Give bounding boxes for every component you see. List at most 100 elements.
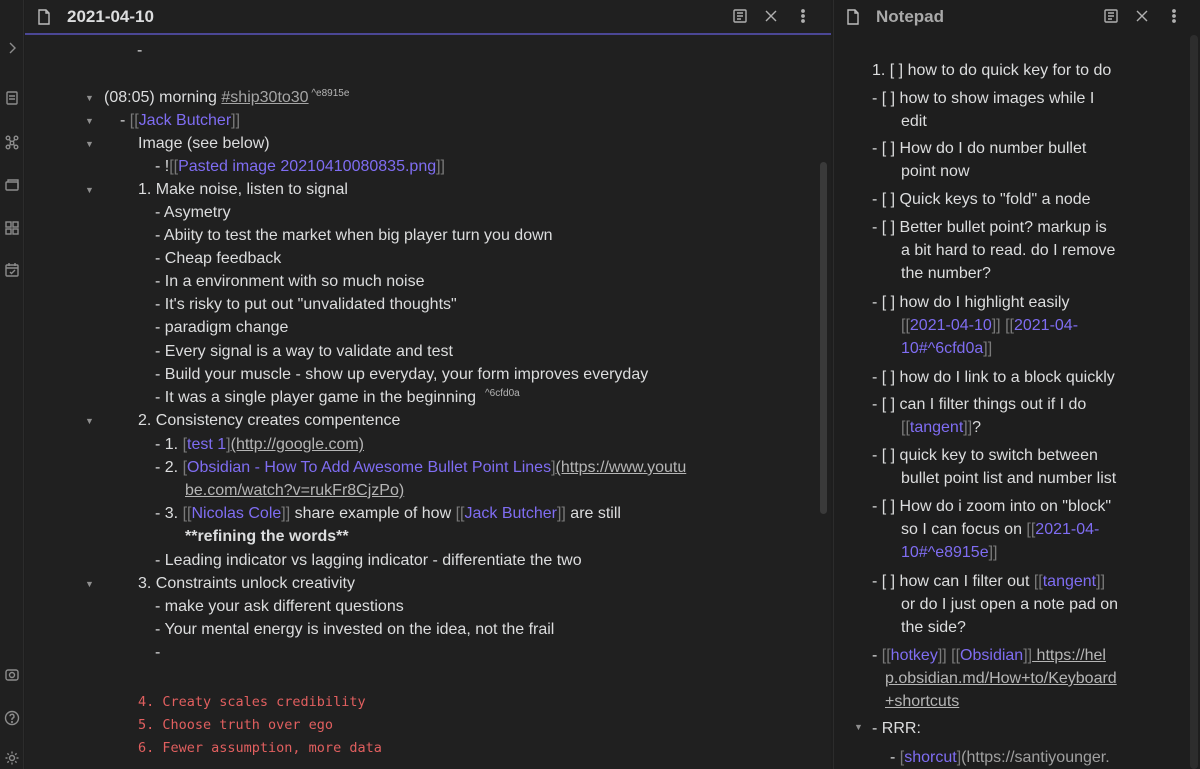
url-text[interactable]: be.com/watch?v=rukFr8CjzPo) xyxy=(185,482,404,499)
editor-line: - Every signal is a way to validate and … xyxy=(155,343,453,360)
left-pane-header: 2021-04-10 xyxy=(25,0,831,35)
wikilink[interactable]: Obsidian xyxy=(960,647,1023,664)
note-title[interactable]: Notepad xyxy=(876,7,944,27)
link-bracket: ]] xyxy=(991,317,1001,334)
editor-line: - Abiity to test the market when big pla… xyxy=(155,227,553,244)
code-line: 4. Creaty scales credibility xyxy=(138,694,366,710)
markdown-link[interactable]: shorcut xyxy=(904,749,956,766)
reading-view-icon[interactable] xyxy=(731,8,749,26)
url-text[interactable]: (https://santiyounger. xyxy=(961,749,1110,766)
link-bracket: ]] xyxy=(988,544,998,561)
fold-arrow-icon[interactable]: ▼ xyxy=(85,87,94,109)
templates-icon[interactable] xyxy=(2,175,22,195)
todo-item: - [ ] how to show images while I xyxy=(872,90,1095,107)
notepad-scrollbar[interactable] xyxy=(1190,35,1198,769)
calendar-grid-icon[interactable] xyxy=(2,218,22,238)
editor-line: - make your ask different questions xyxy=(155,598,404,615)
todo-item: - [ ] quick key to switch between xyxy=(872,447,1098,464)
embed-prefix: - ! xyxy=(155,158,170,175)
fold-arrow-icon[interactable]: ▼ xyxy=(85,133,94,155)
link-bracket: ]] xyxy=(436,158,445,175)
fold-arrow-icon[interactable]: ▼ xyxy=(85,410,94,432)
reading-view-icon[interactable] xyxy=(1102,8,1120,26)
editor-line: 2. Consistency creates compentence xyxy=(138,412,401,429)
link-bracket: ]] xyxy=(1096,573,1106,590)
notepad-content[interactable]: 1. [ ] how to do quick key for to do - [… xyxy=(834,35,1200,769)
more-options-icon[interactable] xyxy=(794,8,812,26)
line-text: share example of how xyxy=(290,505,456,522)
fold-arrow-icon[interactable]: ▼ xyxy=(85,573,94,595)
image-embed-link[interactable]: Pasted image 20210410080835.png xyxy=(178,158,436,175)
editor-line: - xyxy=(137,42,143,59)
fold-arrow-icon[interactable]: ▼ xyxy=(854,716,863,738)
todo-item-cont: [[tangent]]? xyxy=(901,416,981,439)
editor-line: - Build your muscle - show up everyday, … xyxy=(155,366,649,383)
bullet-dash: - xyxy=(120,112,130,129)
chevron-right-icon[interactable] xyxy=(2,38,22,58)
close-icon[interactable] xyxy=(762,8,780,26)
daily-note-icon[interactable] xyxy=(2,260,22,280)
url-text[interactable]: (http://google.com) xyxy=(231,436,364,453)
editor-line: - paradigm change xyxy=(155,319,289,336)
link-bracket: [[ xyxy=(1026,521,1036,538)
todo-item-cont: the side? xyxy=(901,619,966,636)
markdown-link[interactable]: test 1 xyxy=(187,436,226,453)
editor-line: - ![[Pasted image 20210410080835.png]] xyxy=(155,156,445,178)
wikilink[interactable]: hotkey xyxy=(891,647,938,664)
wikilink[interactable]: 2021-04-10 xyxy=(910,317,992,334)
right-notepad-pane: Notepad 1. [ ] how to do quick key for t… xyxy=(833,0,1200,769)
right-pane-header: Notepad xyxy=(834,0,1200,35)
more-options-icon[interactable] xyxy=(1165,8,1183,26)
vault-icon[interactable] xyxy=(2,665,22,685)
todo-item: - [ ] can I filter things out if I do xyxy=(872,396,1087,413)
note-title[interactable]: 2021-04-10 xyxy=(67,7,154,27)
todo-item-cont: bullet point list and number list xyxy=(901,470,1117,487)
link-bracket: [[ xyxy=(901,317,910,334)
wikilink[interactable]: Jack Butcher xyxy=(464,505,556,522)
wikilink[interactable]: 2021-04- xyxy=(1035,521,1099,538)
editor-line: - Your mental energy is invested on the … xyxy=(155,621,555,638)
wikilink[interactable]: Jack Butcher xyxy=(139,112,231,129)
list-item: - [[hotkey]] [[Obsidian]] https://hel xyxy=(872,644,1106,667)
markdown-link[interactable]: Obsidian - How To Add Awesome Bullet Poi… xyxy=(187,459,551,476)
graph-icon[interactable] xyxy=(2,132,22,152)
wikilink[interactable]: tangent xyxy=(1043,573,1096,590)
list-item-cont: p.obsidian.md/How+to/Keyboard xyxy=(885,667,1117,690)
open-switcher-icon[interactable] xyxy=(2,88,22,108)
wikilink[interactable]: 10#^e8915e xyxy=(901,544,989,561)
url-text[interactable]: p.obsidian.md/How+to/Keyboard xyxy=(885,670,1117,687)
todo-item: - [ ] how do I link to a block quickly xyxy=(872,369,1115,386)
wikilink[interactable]: Nicolas Cole xyxy=(191,505,281,522)
list-prefix: - 3. xyxy=(155,505,183,522)
wikilink[interactable]: 10#^6cfd0a xyxy=(901,340,983,357)
link-bracket: ]] xyxy=(281,505,291,522)
settings-icon[interactable] xyxy=(2,748,22,768)
url-text[interactable]: (https://www.youtu xyxy=(556,459,687,476)
link-bracket: ]] xyxy=(937,647,947,664)
left-editor-pane: 2021-04-10 - ▼ (08:05) morning #ship30to… xyxy=(25,0,831,769)
url-text[interactable]: https://hel xyxy=(1032,647,1106,664)
editor-scrollbar[interactable] xyxy=(820,162,827,514)
link-bracket: [[ xyxy=(1000,317,1014,334)
editor-line: - 3. [[Nicolas Cole]] share example of h… xyxy=(155,503,621,525)
todo-item-cont: the number? xyxy=(901,265,991,282)
wikilink[interactable]: tangent xyxy=(910,419,963,436)
fold-arrow-icon[interactable]: ▼ xyxy=(85,179,94,201)
editor-content[interactable]: - ▼ (08:05) morning #ship30to30 ^e8915e … xyxy=(25,37,831,769)
close-icon[interactable] xyxy=(1133,8,1151,26)
editor-line: 1. Make noise, listen to signal xyxy=(138,181,348,198)
url-text[interactable]: +shortcuts xyxy=(885,693,959,710)
help-icon[interactable] xyxy=(2,708,22,728)
file-icon xyxy=(37,9,51,25)
tag-link[interactable]: #ship30to30 xyxy=(221,89,308,106)
link-bracket: [[ xyxy=(1033,573,1043,590)
todo-item-cont: 10#^e8915e]] xyxy=(901,541,997,564)
fold-arrow-icon[interactable]: ▼ xyxy=(85,110,94,132)
todo-item-cont: so I can focus on [[2021-04- xyxy=(901,518,1099,541)
editor-line: be.com/watch?v=rukFr8CjzPo) xyxy=(185,480,404,502)
wikilink[interactable]: 2021-04- xyxy=(1014,317,1078,334)
link-bracket: ]] xyxy=(556,505,566,522)
todo-item: - [ ] how do I highlight easily xyxy=(872,294,1070,311)
todo-item-cont: point now xyxy=(901,163,970,180)
list-prefix: - 1. xyxy=(155,436,183,453)
